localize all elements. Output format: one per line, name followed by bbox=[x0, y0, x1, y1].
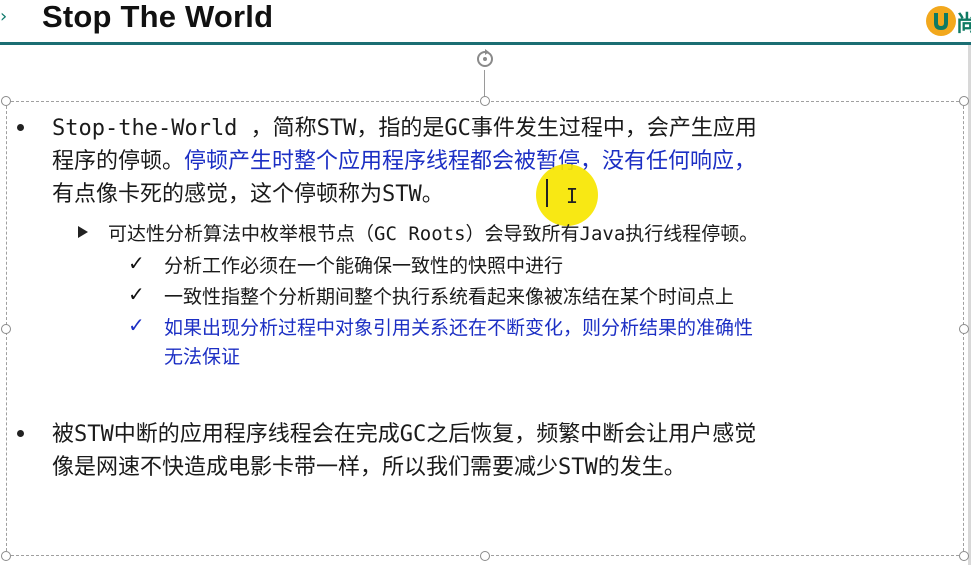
check-icon: ✓ bbox=[128, 313, 145, 337]
bullet-1-line-2: 程序的停顿。停顿产生时整个应用程序线程都会被暂停，没有任何响应， bbox=[52, 143, 756, 175]
resize-handle-bottom-left[interactable] bbox=[1, 551, 11, 561]
bullet-dot bbox=[17, 430, 24, 437]
check-1-text: 分析工作必须在一个能确保一致性的快照中进行 bbox=[164, 255, 564, 277]
resize-handle-top-left[interactable] bbox=[1, 96, 11, 106]
check-3-text-line-2: 无法保证 bbox=[164, 346, 241, 368]
resize-handle-top[interactable] bbox=[480, 96, 490, 106]
text-run: 像是网速不快造成电影卡带一样，所以我们需要减少STW的发生。 bbox=[52, 455, 686, 480]
rotate-handle-icon[interactable] bbox=[474, 48, 496, 70]
logo-icon bbox=[926, 6, 956, 36]
check-2-text: 一致性指整个分析期间整个执行系统看起来像被冻结在某个时间点上 bbox=[164, 286, 735, 308]
check-icon: ✓ bbox=[128, 282, 145, 306]
text-run: 有点像卡死的感觉，这个停顿称为STW。 bbox=[52, 182, 444, 207]
bullet-2-line-2: 像是网速不快造成电影卡带一样，所以我们需要减少STW的发生。 bbox=[52, 449, 686, 481]
bullet-2-line-1: 被STW中断的应用程序线程会在完成GC之后恢复，频繁中断会让用户感觉 bbox=[52, 416, 756, 448]
ibeam-cursor-icon: I bbox=[566, 184, 579, 208]
text-cursor-icon bbox=[546, 179, 548, 207]
slide-title: Stop The World bbox=[42, 0, 274, 34]
resize-handle-bottom-right[interactable] bbox=[959, 551, 969, 561]
bullet-dot bbox=[17, 124, 24, 131]
logo-text: 尚 bbox=[956, 12, 971, 37]
text-run: 程序的停顿。 bbox=[52, 149, 185, 174]
resize-handle-right[interactable] bbox=[959, 324, 969, 334]
resize-handle-top-right[interactable] bbox=[959, 96, 969, 106]
resize-handle-left[interactable] bbox=[1, 324, 11, 334]
slide-title-bar: › Stop The World 尚 bbox=[0, 0, 971, 45]
collapse-arrow-icon: › bbox=[0, 6, 8, 27]
emphasis-text-run: 停顿产生时整个应用程序线程都会被暂停，没有任何响应， bbox=[184, 149, 757, 174]
sub-bullet-text: 可达性分析算法中枚举根节点（GC Roots）会导致所有Java执行线程停顿。 bbox=[108, 223, 759, 245]
bullet-1-line-1: Stop-the-World ，简称STW，指的是GC事件发生过程中，会产生应用 bbox=[52, 110, 757, 142]
check-3-text-line-1: 如果出现分析过程中对象引用关系还在不断变化，则分析结果的准确性 bbox=[164, 317, 754, 339]
resize-handle-bottom[interactable] bbox=[480, 551, 490, 561]
triangle-bullet-icon bbox=[78, 226, 88, 238]
bullet-1-line-3: 有点像卡死的感觉，这个停顿称为STW。 bbox=[52, 176, 444, 208]
check-icon: ✓ bbox=[128, 251, 145, 275]
text-run: Stop-the-World ，简称STW，指的是GC事件发生过程中，会产生应用 bbox=[52, 116, 757, 141]
text-run: 被STW中断的应用程序线程会在完成GC之后恢复，频繁中断会让用户感觉 bbox=[52, 422, 757, 447]
title-divider bbox=[0, 42, 971, 45]
